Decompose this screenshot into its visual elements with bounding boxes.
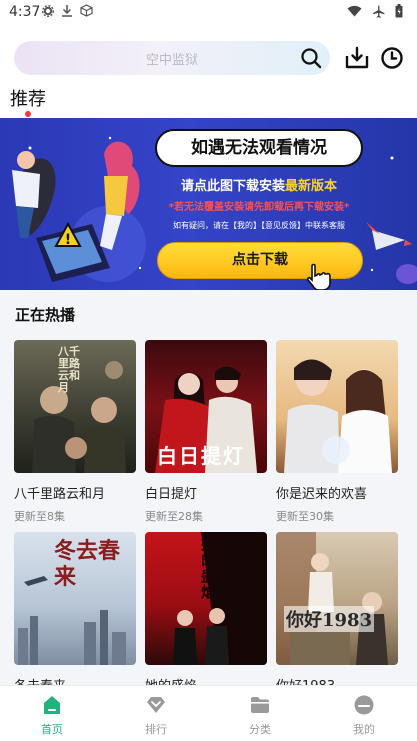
nav-item-profile[interactable]: 我的	[324, 686, 404, 741]
poster-title-text: 你好1983	[284, 606, 375, 632]
history-icon[interactable]	[379, 45, 405, 71]
poster-art	[276, 532, 388, 665]
show-update: 更新至28集	[145, 510, 203, 523]
settings-icon	[42, 4, 54, 17]
header: 空中监狱 推荐	[0, 26, 417, 118]
show-poster[interactable]: 冬去春来	[14, 532, 136, 665]
tab-recommend[interactable]: 推荐	[10, 85, 46, 111]
show-poster[interactable]: 白日提灯	[145, 340, 267, 473]
banner-warning: *若无法覆盖安装请先卸载后再下载安装*	[168, 202, 350, 213]
download-icon[interactable]	[344, 45, 370, 71]
show-card[interactable]: 八千里路云和月 八千里路云和月 更新至8集	[14, 340, 136, 524]
poster-title-text: 冬去春来	[54, 538, 121, 590]
search-icon[interactable]	[300, 47, 322, 69]
nav-item-home[interactable]: 首页	[12, 686, 92, 741]
rank-icon	[147, 697, 165, 713]
show-card[interactable]: 冬去春来 冬去春来	[14, 532, 136, 700]
airplane-icon	[373, 5, 385, 18]
show-card[interactable]: 她的盛焰 她的盛焰	[145, 532, 267, 700]
banner-instruction-highlight: 最新版本	[285, 179, 338, 194]
show-update: 更新至30集	[276, 510, 334, 523]
nav-label: 排行	[145, 723, 167, 736]
show-update: 更新至8集	[14, 510, 65, 523]
bottom-nav: 首页 排行 分类 我的	[0, 685, 417, 741]
wifi-icon	[347, 5, 362, 17]
show-title[interactable]: 白日提灯	[145, 483, 267, 502]
update-banner[interactable]: ! 如遇无法观看情况 请点此图下载安装最新版本 *若无法覆盖安装请先卸载后再下载…	[0, 118, 417, 290]
banner-instruction: 请点此图下载安装最新版本	[150, 175, 368, 194]
profile-icon	[354, 695, 374, 715]
hand-cursor-icon	[306, 263, 331, 290]
show-title[interactable]: 八千里路云和月	[14, 483, 136, 502]
nav-item-rank[interactable]: 排行	[116, 686, 196, 741]
nav-item-category[interactable]: 分类	[220, 686, 300, 741]
search-bar[interactable]: 空中监狱	[14, 41, 330, 75]
nav-label: 分类	[249, 723, 271, 736]
poster-title-text: 八千里路云和月	[58, 345, 80, 394]
box-icon	[80, 4, 93, 17]
folder-icon	[251, 697, 269, 713]
nav-label: 首页	[41, 723, 63, 736]
download-status-icon	[62, 5, 72, 17]
nav-label: 我的	[353, 723, 375, 736]
section-title-now-playing: 正在热播	[15, 306, 76, 324]
show-card[interactable]: 你好1983 你好1983	[276, 532, 398, 700]
search-placeholder[interactable]: 空中监狱	[14, 49, 330, 68]
banner-instruction-text: 请点此图下载安装	[180, 179, 285, 194]
show-poster[interactable]: 你好1983	[276, 532, 398, 665]
home-icon	[44, 696, 60, 714]
battery-icon	[395, 4, 403, 18]
show-poster[interactable]: 她的盛焰	[145, 532, 267, 665]
tab-active-indicator	[25, 111, 31, 117]
show-card[interactable]: 你是迟来的欢喜 更新至30集	[276, 340, 398, 524]
poster-title-text: 她的盛焰	[201, 535, 217, 601]
poster-art	[284, 359, 392, 473]
show-card[interactable]: 白日提灯 白日提灯 更新至28集	[145, 340, 267, 524]
status-bar: 4:37	[0, 0, 417, 26]
show-poster[interactable]: 八千里路云和月	[14, 340, 136, 473]
banner-help: 如有疑问，请在【我的】【意见反馈】中联系客服	[173, 221, 345, 230]
poster-title-text: 白日提灯	[157, 444, 245, 468]
show-title[interactable]: 你是迟来的欢喜	[276, 483, 398, 502]
banner-headline: 如遇无法观看情况	[155, 129, 363, 167]
status-time: 4:37	[9, 4, 41, 20]
svg-text:!: !	[65, 232, 71, 248]
show-poster[interactable]	[276, 340, 398, 473]
